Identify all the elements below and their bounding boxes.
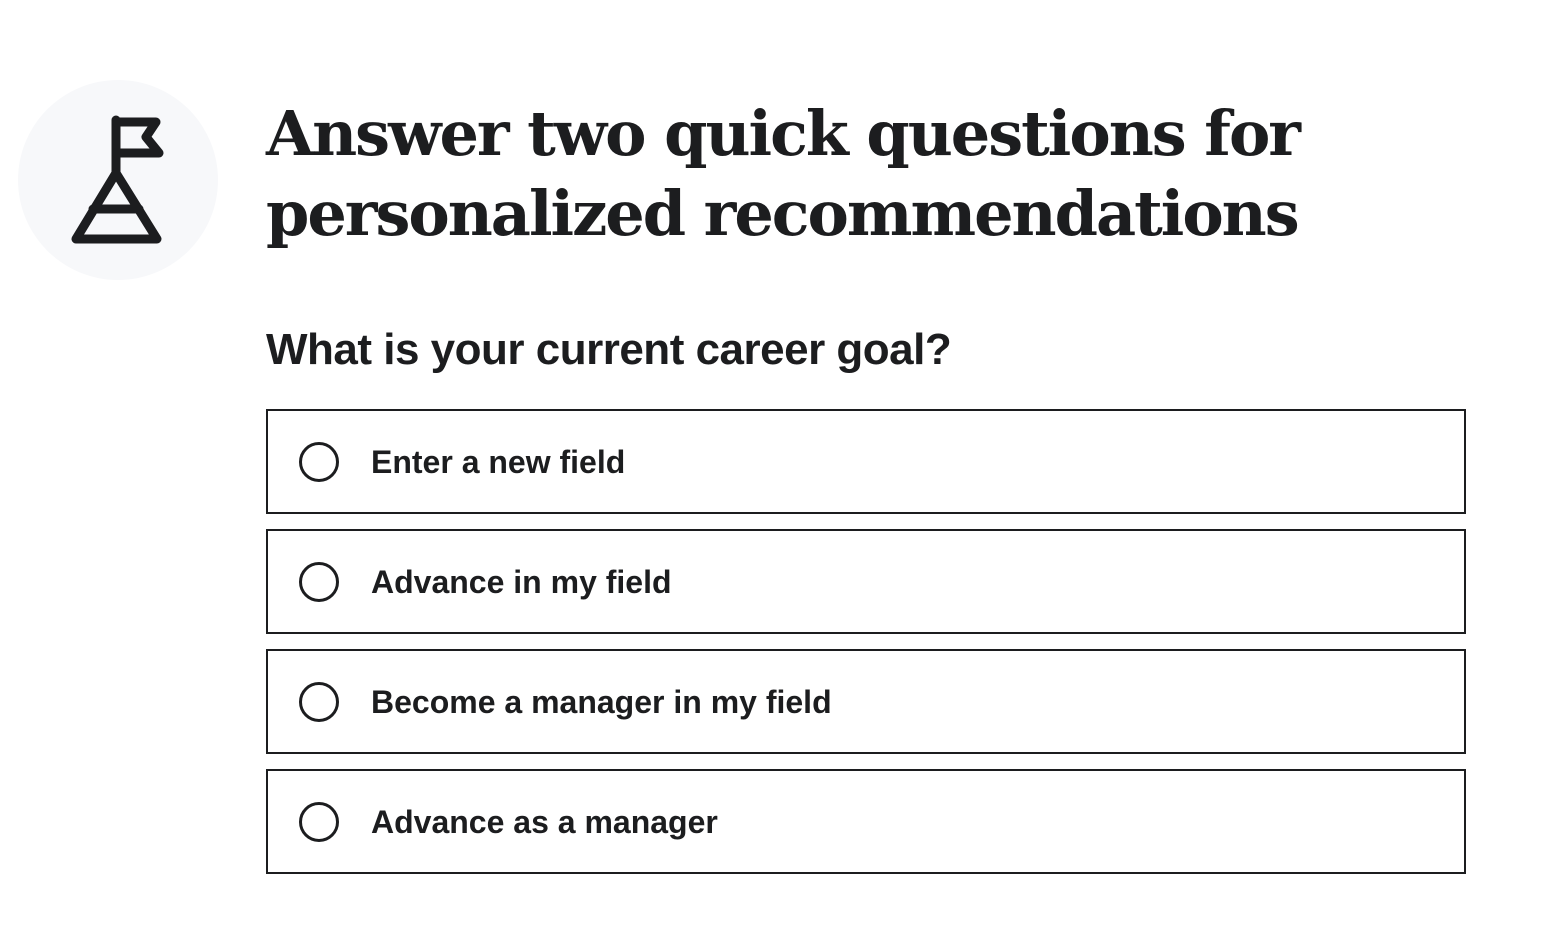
radio-button[interactable] xyxy=(299,682,339,722)
radio-button[interactable] xyxy=(299,562,339,602)
option-label: Enter a new field xyxy=(371,444,626,480)
option-enter-new-field[interactable]: Enter a new field xyxy=(266,409,1466,514)
header-illustration xyxy=(18,80,218,280)
page-title: Answer two quick questions for personali… xyxy=(266,97,1301,250)
option-become-manager[interactable]: Become a manager in my field xyxy=(266,649,1466,754)
career-goal-options: Enter a new field Advance in my field Be… xyxy=(266,409,1466,889)
radio-button[interactable] xyxy=(299,442,339,482)
flag-on-mountain-icon xyxy=(71,115,164,244)
option-advance-in-field[interactable]: Advance in my field xyxy=(266,529,1466,634)
option-label: Advance as a manager xyxy=(371,804,718,840)
option-label: Advance in my field xyxy=(371,564,672,600)
option-label: Become a manager in my field xyxy=(371,684,832,720)
option-advance-as-manager[interactable]: Advance as a manager xyxy=(266,769,1466,874)
question-title: What is your current career goal? xyxy=(266,325,952,374)
radio-button[interactable] xyxy=(299,802,339,842)
